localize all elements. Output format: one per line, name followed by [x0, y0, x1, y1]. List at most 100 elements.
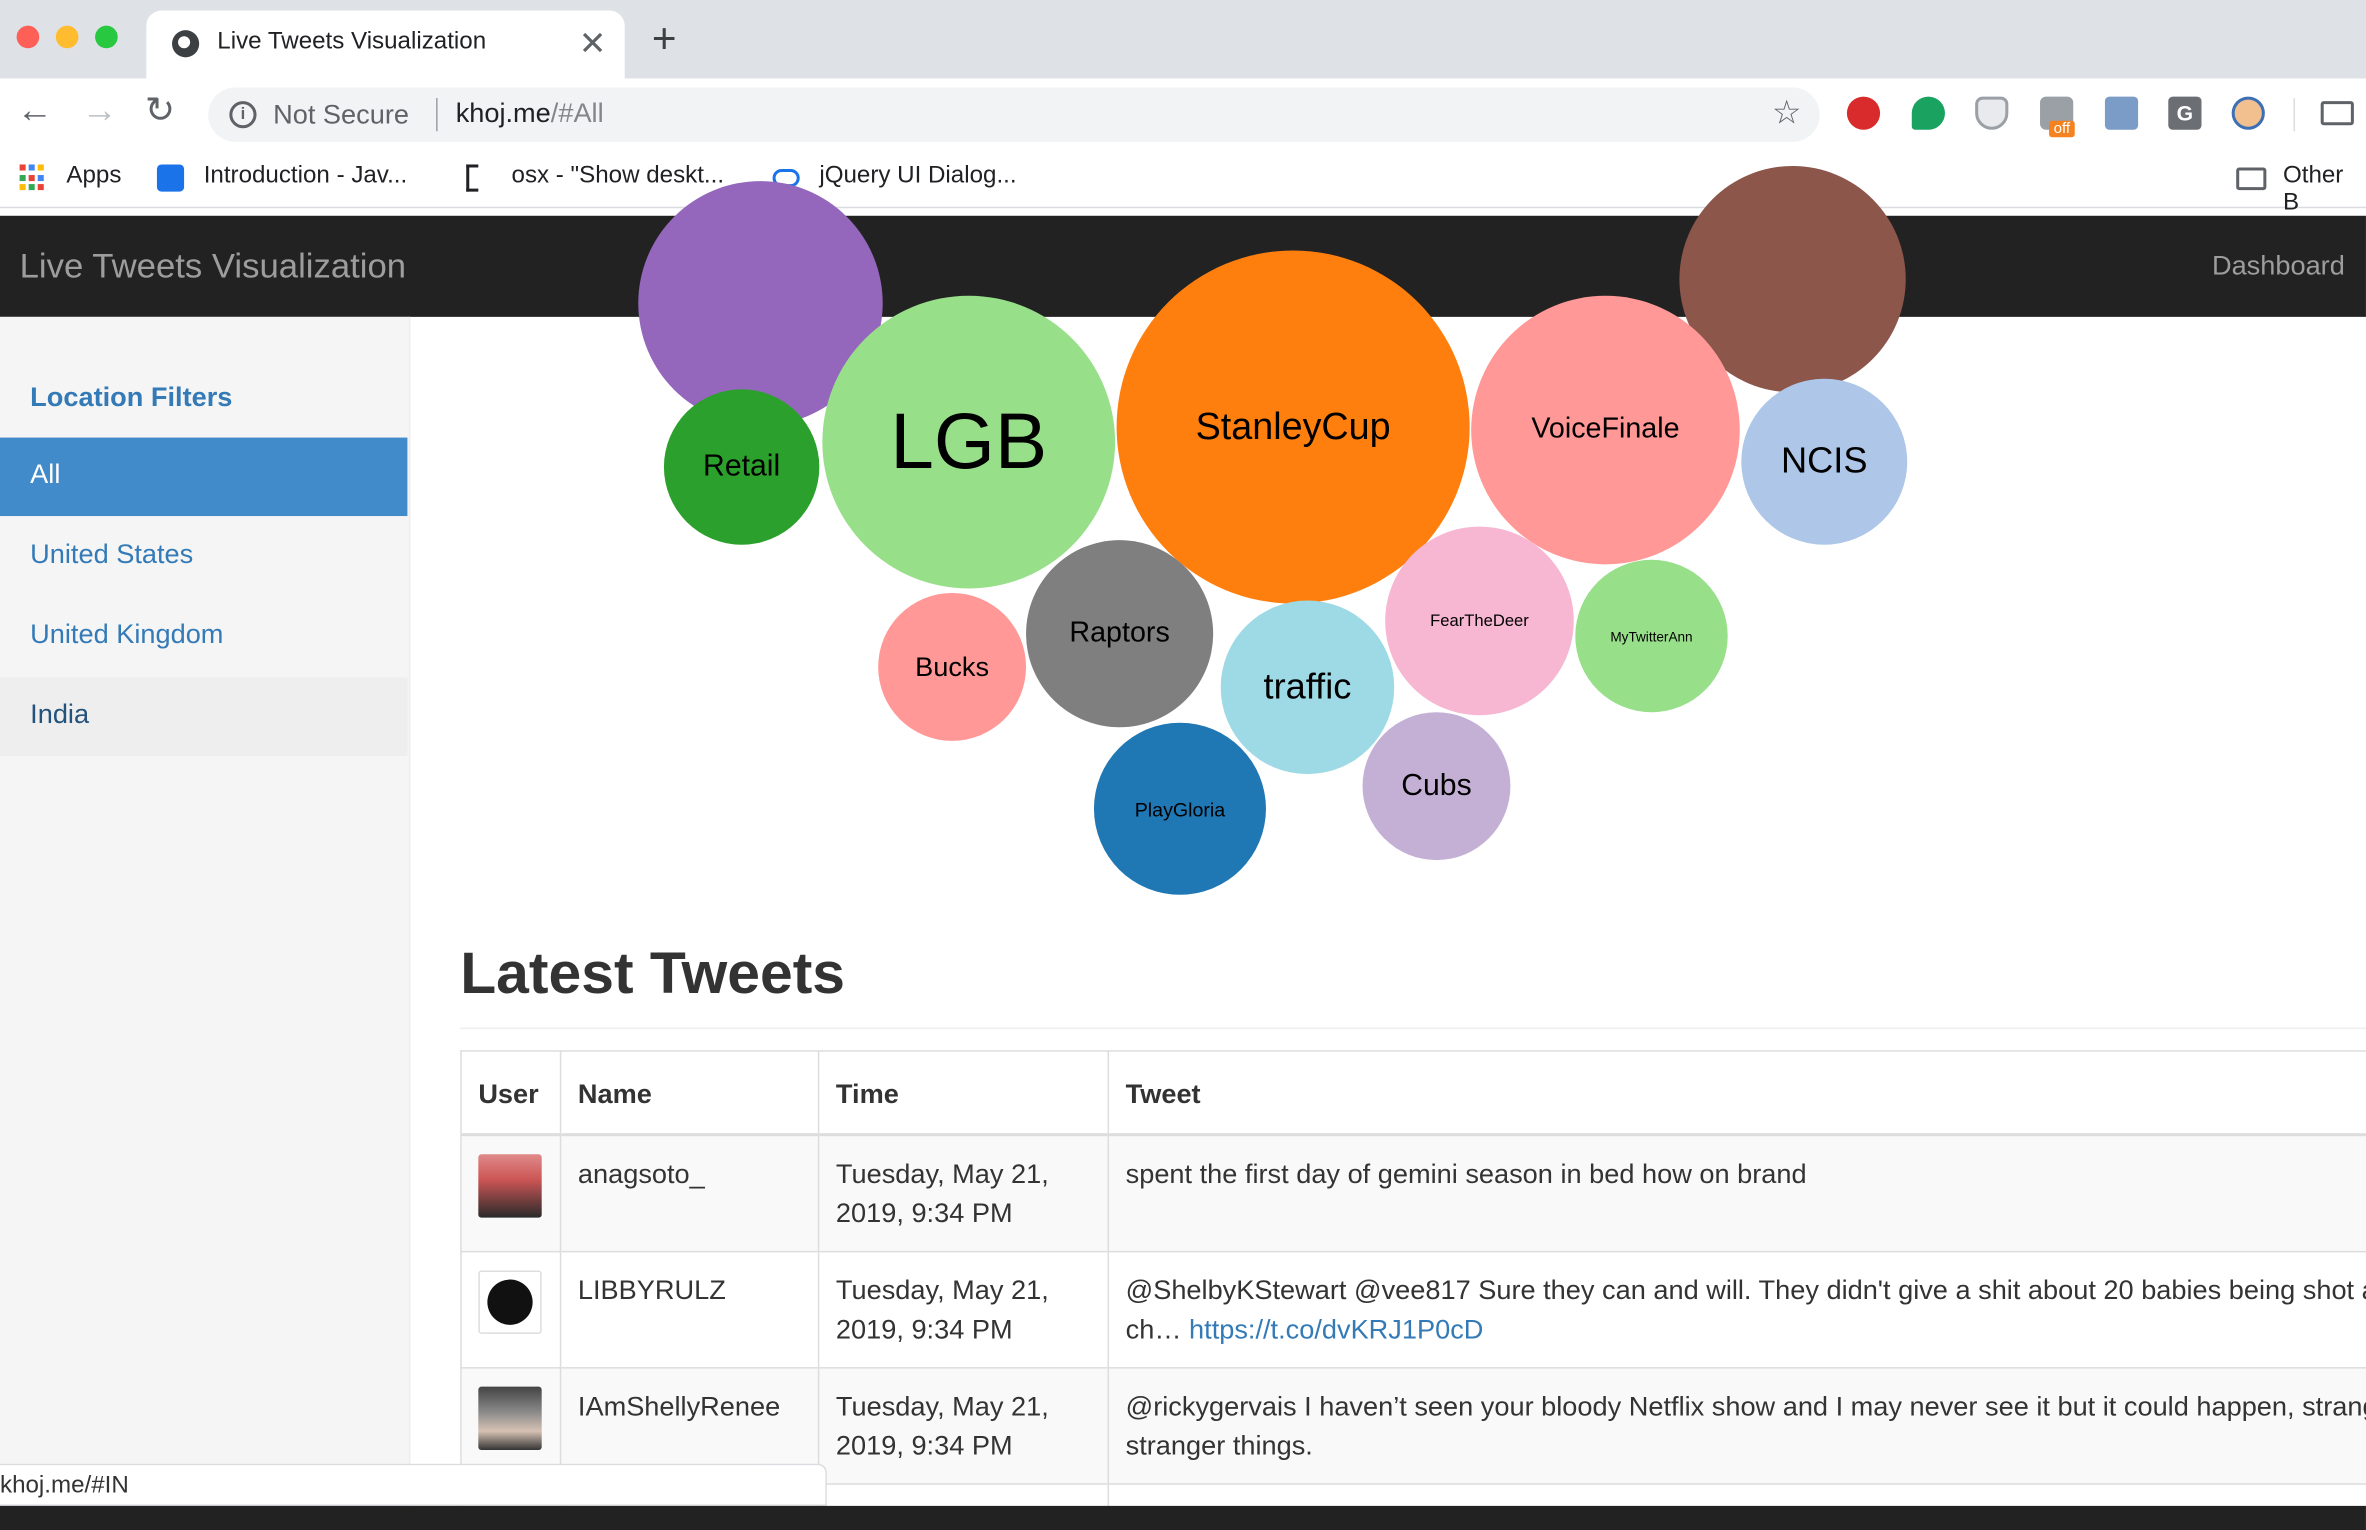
- bookmarks-bar: Apps Introduction - Jav... osx - "Show d…: [0, 147, 2366, 216]
- address-divider: [436, 98, 438, 132]
- user-cell: [460, 1250, 562, 1369]
- hashtag-bubble[interactable]: Bucks: [878, 592, 1027, 741]
- bookmark-other[interactable]: Other B: [2283, 163, 2366, 217]
- tab-title: Live Tweets Visualization: [217, 28, 487, 55]
- dashboard-link[interactable]: Dashboard: [2212, 250, 2345, 282]
- tweet-text: spent the first day of gemini season in …: [1125, 1158, 1807, 1190]
- bubble-label: PlayGloria: [1134, 797, 1226, 821]
- location-filters-heading: Location Filters: [30, 381, 233, 412]
- avatar[interactable]: [478, 1386, 542, 1451]
- tweet-cell: spent the first day of gemini season in …: [1107, 1133, 2366, 1253]
- tab-strip: Live Tweets Visualization ✕ +: [0, 0, 2366, 79]
- hashtag-bubble[interactable]: Retail: [663, 389, 820, 545]
- browser-toolbar: ← → ↻ i Not Secure khoj.me/#All ☆ off G: [0, 78, 2366, 148]
- bookmark-osx[interactable]: osx - "Show deskt...: [512, 163, 725, 190]
- hashtag-bubble[interactable]: NCIS: [1741, 378, 1908, 545]
- bubble-label: LGB: [890, 398, 1048, 486]
- user-cell: [460, 1133, 562, 1253]
- avatar-extension-icon[interactable]: [2231, 96, 2265, 130]
- browser-tab[interactable]: Live Tweets Visualization ✕: [146, 10, 625, 79]
- tweets-table: User Name Time Tweet anagsoto_ Tuesday, …: [460, 1050, 2366, 1530]
- image-extension-icon[interactable]: [2104, 96, 2139, 130]
- apps-grid-icon[interactable]: [19, 164, 47, 191]
- header-user: User: [460, 1050, 562, 1137]
- hashtag-bubble-chart: Retail LGB StanleyCup VoiceFinale NCIS Bucks R…: [412, 165, 2366, 921]
- url-text[interactable]: khoj.me/#All: [456, 98, 604, 130]
- header-time: Time: [817, 1050, 1110, 1137]
- address-bar[interactable]: i Not Secure khoj.me/#All ☆: [208, 87, 1820, 142]
- url-path: /#All: [550, 98, 604, 129]
- bookmark-favicon: [156, 164, 185, 192]
- maximize-window-icon[interactable]: [95, 25, 118, 49]
- info-icon[interactable]: i: [229, 101, 257, 129]
- bookmark-apps[interactable]: Apps: [66, 163, 121, 190]
- back-arrow-icon[interactable]: ←: [17, 93, 53, 130]
- filter-united-kingdom[interactable]: United Kingdom: [0, 598, 407, 676]
- hashtag-bubble[interactable]: PlayGloria: [1093, 722, 1266, 895]
- adblock-extension-icon[interactable]: [1846, 96, 1881, 130]
- bookmark-jquery[interactable]: jQuery UI Dialog...: [819, 163, 1016, 190]
- table-row: LIBBYRULZ Tuesday, May 21, 2019, 9:34 PM…: [460, 1250, 2366, 1369]
- filter-all[interactable]: All: [0, 437, 408, 517]
- bubble-label: Retail: [703, 449, 781, 483]
- time-cell: Tuesday, May 21, 2019, 9:34 PM: [817, 1250, 1110, 1369]
- bubble-label: Cubs: [1401, 768, 1472, 802]
- avatar[interactable]: [478, 1270, 542, 1334]
- close-tab-icon[interactable]: ✕: [579, 24, 607, 63]
- hashtag-bubble[interactable]: VoiceFinale: [1471, 295, 1740, 565]
- toolbar-divider: [2293, 98, 2296, 132]
- latest-tweets-heading: Latest Tweets: [460, 941, 846, 1007]
- shield-extension-icon[interactable]: [1975, 96, 2009, 130]
- header-name: Name: [559, 1050, 820, 1137]
- folder-icon: [2236, 167, 2267, 191]
- bubble-label: MyTwitterAnn: [1610, 628, 1693, 644]
- time-cell: Tuesday, May 21, 2019, 9:34 PM: [817, 1133, 1110, 1253]
- tweet-link[interactable]: https://t.co/dvKRJ1P0cD: [1189, 1314, 1483, 1344]
- new-tab-icon[interactable]: +: [652, 17, 677, 60]
- hashtag-bubble[interactable]: Cubs: [1362, 712, 1511, 861]
- close-window-icon[interactable]: [16, 25, 40, 49]
- hashtag-bubble[interactable]: MyTwitterAnn: [1575, 559, 1728, 713]
- table-row: anagsoto_ Tuesday, May 21, 2019, 9:34 PM…: [460, 1133, 2366, 1253]
- security-label[interactable]: Not Secure: [273, 100, 409, 132]
- hashtag-bubble[interactable]: LGB: [822, 295, 1116, 589]
- avatar[interactable]: [478, 1154, 542, 1218]
- time-cell: Tuesday, May 21, 2019, 9:34 PM: [817, 1367, 1110, 1485]
- tweet-cell: @rickygervais I haven’t seen your bloody…: [1107, 1367, 2366, 1485]
- hashtag-bubble[interactable]: traffic: [1220, 600, 1395, 775]
- bookmark-star-icon[interactable]: ☆: [1772, 94, 1802, 133]
- bubble-label: Bucks: [915, 651, 990, 682]
- cast-icon[interactable]: [2320, 101, 2354, 126]
- extension-off-badge: off: [2049, 120, 2075, 138]
- bubble-label: traffic: [1263, 666, 1352, 707]
- bubble-label: StanleyCup: [1195, 405, 1391, 448]
- filter-united-states[interactable]: United States: [0, 518, 407, 596]
- link-status-bar: khoj.me/#IN: [0, 1463, 827, 1506]
- chat-extension-icon[interactable]: [1911, 96, 1945, 130]
- filter-india[interactable]: India: [0, 677, 408, 756]
- minimize-window-icon[interactable]: [55, 25, 79, 49]
- location-sidebar: Location Filters All United States Unite…: [0, 316, 411, 1530]
- bubble-label: VoiceFinale: [1531, 413, 1680, 446]
- tweet-cell: @ShelbyKStewart @vee817 Sure they can an…: [1107, 1250, 2366, 1369]
- app-brand[interactable]: Live Tweets Visualization: [20, 246, 406, 287]
- url-host: khoj.me: [455, 98, 551, 129]
- grammar-extension-icon[interactable]: G: [2168, 96, 2202, 130]
- globe-icon: [172, 30, 200, 58]
- heading-divider: [460, 1027, 2366, 1030]
- tweet-text: @rickygervais I haven’t seen your bloody…: [1125, 1391, 2366, 1461]
- os-dock-strip: [0, 1505, 2366, 1530]
- table-header-row: User Name Time Tweet: [460, 1050, 2366, 1137]
- hashtag-bubble[interactable]: Raptors: [1026, 540, 1214, 728]
- bubble-label: Raptors: [1069, 617, 1170, 649]
- bookmark-favicon: [466, 164, 479, 192]
- bookmark-introduction[interactable]: Introduction - Jav...: [204, 163, 408, 190]
- forward-arrow-icon[interactable]: →: [81, 93, 117, 130]
- reload-icon[interactable]: ↻: [145, 93, 175, 130]
- screen: Live Tweets Visualization ✕ + ← → ↻ i No…: [0, 0, 2366, 1530]
- header-tweet: Tweet: [1107, 1050, 2366, 1137]
- hashtag-bubble[interactable]: FearTheDeer: [1385, 526, 1574, 716]
- name-cell: anagsoto_: [559, 1133, 820, 1253]
- name-cell: LIBBYRULZ: [559, 1250, 820, 1369]
- bubble-label: NCIS: [1780, 440, 1868, 482]
